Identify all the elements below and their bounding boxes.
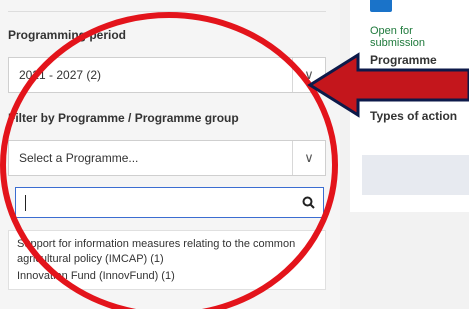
filter-panel: Programming period 2021 - 2027 (2) ∨ Fil… xyxy=(0,0,340,309)
types-of-action-label: Types of action xyxy=(370,109,458,123)
programming-period-value: 2021 - 2027 (2) xyxy=(19,68,102,82)
programme-select-placeholder: Select a Programme... xyxy=(19,151,139,165)
divider xyxy=(8,11,326,12)
programme-select[interactable]: Select a Programme... ∨ xyxy=(8,140,326,176)
list-item[interactable]: Innovation Fund (InnovFund) (1) xyxy=(17,269,317,284)
results-column: Open for submission Programme Types of a… xyxy=(350,0,469,309)
chevron-down-icon[interactable]: ∨ xyxy=(292,58,325,92)
programme-search-input[interactable] xyxy=(15,187,324,218)
chevron-down-icon[interactable]: ∨ xyxy=(292,141,325,175)
status-badge: Open for submission xyxy=(370,25,426,49)
programme-options-list: Support for information measures relatin… xyxy=(8,230,326,290)
search-icon[interactable] xyxy=(301,195,317,211)
programme-filter-label: Filter by Programme / Programme group xyxy=(8,111,239,125)
result-button[interactable] xyxy=(370,0,392,12)
programming-period-label: Programming period xyxy=(8,28,127,42)
card-footer-bar xyxy=(362,155,469,195)
result-card: Open for submission Programme Types of a… xyxy=(350,0,469,212)
text-cursor xyxy=(25,195,26,211)
list-item[interactable]: Support for information measures relatin… xyxy=(17,237,317,267)
programme-field-label: Programme xyxy=(370,53,437,67)
programming-period-select[interactable]: 2021 - 2027 (2) ∨ xyxy=(8,57,326,93)
